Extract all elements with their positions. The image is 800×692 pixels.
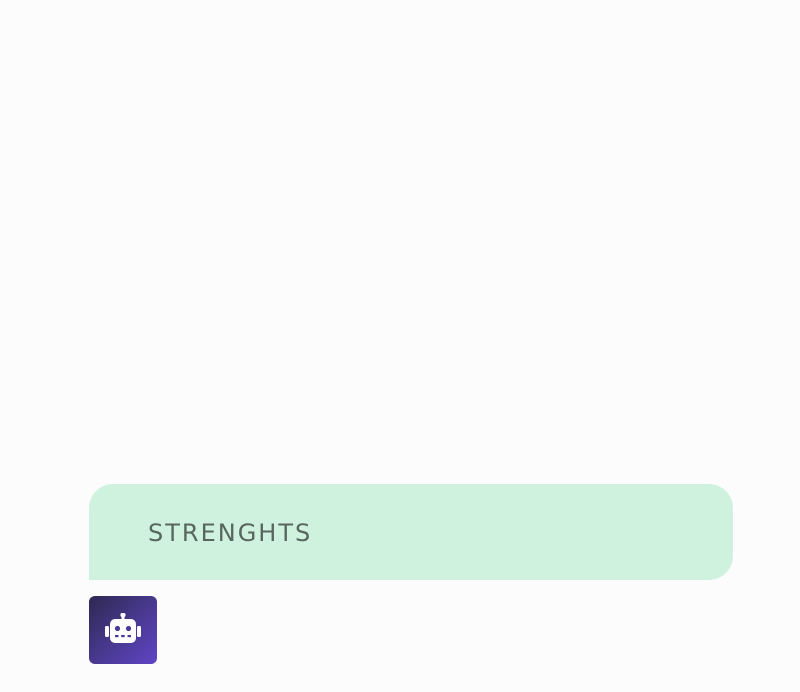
- bot-avatar: [89, 596, 157, 664]
- section-title: STRENGHTS: [148, 519, 313, 547]
- strengths-section-card: STRENGHTS: [89, 484, 733, 580]
- chat-page: STRENGHTS: [0, 0, 800, 692]
- robot-icon: [103, 613, 143, 647]
